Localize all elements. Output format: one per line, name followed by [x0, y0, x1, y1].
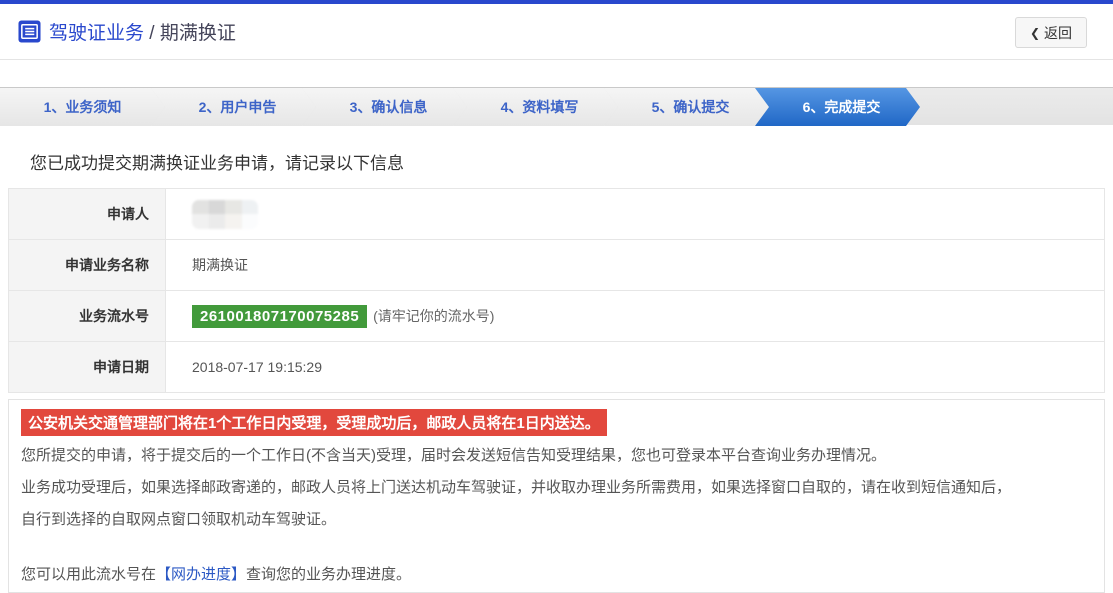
applicant-label: 申请人 — [9, 189, 166, 240]
notice-panel: 公安机关交通管理部门将在1个工作日内受理，受理成功后，邮政人员将在1日内送达。 … — [8, 399, 1105, 593]
step-4-fill-data[interactable]: 4、资料填写 — [453, 88, 618, 126]
progress-hint: 您可以用此流水号在【网办进度】查询您的业务办理进度。 — [21, 559, 1092, 591]
notice-line-1: 您所提交的申请，将于提交后的一个工作日(不含当天)受理，届时会发送短信告知受理结… — [21, 440, 1092, 472]
business-name-label: 申请业务名称 — [9, 240, 166, 291]
breadcrumb-current: / 期满换证 — [144, 23, 236, 44]
step-5-confirm-submit[interactable]: 5、确认提交 — [604, 88, 769, 126]
serial-number-badge: 261001807170075285 — [192, 305, 367, 328]
step-2-declaration[interactable]: 2、用户申告 — [151, 88, 316, 126]
table-row-date: 申请日期 2018-07-17 19:15:29 — [9, 342, 1105, 393]
serial-note: (请牢记你的流水号) — [373, 308, 494, 324]
chevron-left-icon: ❮ — [1030, 26, 1040, 40]
business-name-value: 期满换证 — [166, 240, 1105, 291]
serial-label: 业务流水号 — [9, 291, 166, 342]
wizard-steps: 1、业务须知 2、用户申告 3、确认信息 4、资料填写 5、确认提交 6、完成提… — [0, 87, 1113, 125]
date-label: 申请日期 — [9, 342, 166, 393]
applicant-value — [166, 189, 1105, 240]
success-message: 您已成功提交期满换证业务申请，请记录以下信息 — [30, 149, 1113, 174]
page-header: 驾驶证业务 / 期满换证 ❮ 返回 — [0, 4, 1113, 60]
progress-link[interactable]: 【网办进度】 — [156, 566, 246, 583]
notice-line-2: 业务成功受理后，如果选择邮政寄递的，邮政人员将上门送达机动车驾驶证，并收取办理业… — [21, 472, 1092, 504]
step-3-confirm-info[interactable]: 3、确认信息 — [302, 88, 467, 126]
step-1-notice[interactable]: 1、业务须知 — [0, 88, 165, 126]
breadcrumb-category: 驾驶证业务 — [49, 23, 144, 44]
table-row-applicant: 申请人 — [9, 189, 1105, 240]
back-button[interactable]: ❮ 返回 — [1015, 17, 1087, 48]
alert-banner: 公安机关交通管理部门将在1个工作日内受理，受理成功后，邮政人员将在1日内送达。 — [21, 409, 607, 436]
table-row-serial: 业务流水号 261001807170075285 (请牢记你的流水号) — [9, 291, 1105, 342]
progress-hint-prefix: 您可以用此流水号在 — [21, 566, 156, 583]
progress-hint-suffix: 查询您的业务办理进度。 — [246, 566, 411, 583]
list-icon — [18, 20, 41, 43]
breadcrumb: 驾驶证业务 / 期满换证 — [49, 18, 236, 45]
notice-line-3: 自行到选择的自取网点窗口领取机动车驾驶证。 — [21, 504, 1092, 536]
application-info-table: 申请人 申请业务名称 期满换证 业务流水号 261001807170075285… — [8, 188, 1105, 393]
step-6-complete[interactable]: 6、完成提交 — [755, 88, 920, 126]
table-row-business: 申请业务名称 期满换证 — [9, 240, 1105, 291]
date-value: 2018-07-17 19:15:29 — [166, 342, 1105, 393]
serial-value-cell: 261001807170075285 (请牢记你的流水号) — [166, 291, 1105, 342]
redacted-name — [192, 200, 258, 229]
back-button-label: 返回 — [1044, 23, 1072, 43]
